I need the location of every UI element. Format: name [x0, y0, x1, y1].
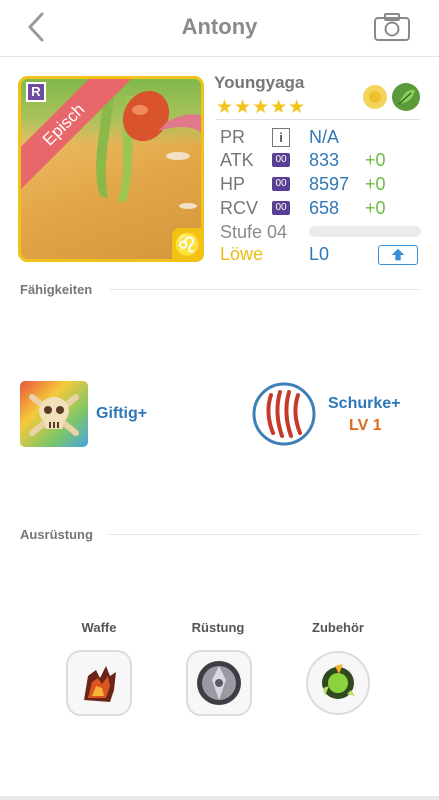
stat-row-hp: HP 00 8597 +0	[220, 174, 420, 196]
equipment-title: Ausrüstung	[20, 527, 93, 542]
info-icon[interactable]: i	[272, 128, 290, 147]
level-progress-bar	[309, 226, 421, 237]
nature-element-icon	[392, 83, 420, 111]
stat-bonus-rcv: +0	[365, 198, 386, 218]
equip-label-armor: Rüstung	[191, 620, 245, 635]
top-bar: Antony	[0, 0, 439, 57]
stat-bonus-hp: +0	[365, 174, 386, 194]
stat-label-atk: ATK	[220, 150, 254, 170]
green-orb-icon[interactable]	[305, 650, 371, 716]
abilities-title: Fähigkeiten	[20, 282, 93, 297]
stat-value-pr: N/A	[309, 127, 340, 147]
stat-row-rcv: RCV 00 658 +0	[220, 198, 420, 220]
stat-badge-rcv: 00	[272, 201, 290, 215]
level-label: Stufe 04	[220, 222, 288, 242]
stat-value-rcv: 658	[309, 198, 340, 218]
steel-shield-icon[interactable]	[186, 650, 252, 716]
monster-name: Youngyaga	[214, 73, 305, 92]
stat-label-rcv: RCV	[220, 198, 259, 218]
equip-label-accessory: Zubehör	[312, 620, 364, 635]
bottom-edge	[0, 796, 439, 800]
light-element-icon	[363, 85, 387, 109]
stat-label-hp: HP	[220, 174, 246, 194]
skill-level: LV 1	[349, 417, 382, 434]
rarity-letter-badge: R	[26, 82, 46, 102]
stats-divider	[216, 119, 420, 120]
stat-row-pr: PR i N/A	[220, 127, 420, 149]
zodiac-name: Löwe	[220, 244, 264, 264]
arrow-up-icon	[391, 248, 405, 261]
equip-label-weapon: Waffe	[81, 620, 117, 635]
zodiac-badge-icon: ♌	[172, 228, 204, 262]
abilities-divider	[110, 289, 419, 290]
star-rating: ★★★★★	[216, 97, 307, 118]
equipment-divider	[108, 534, 419, 535]
poison-skull-icon[interactable]	[20, 381, 88, 447]
evolution-level: L0	[309, 244, 330, 264]
stat-bonus-atk: +0	[365, 150, 386, 170]
stat-value-hp: 8597	[309, 174, 350, 194]
camera-icon[interactable]	[373, 12, 411, 42]
skill-name-giftig[interactable]: Giftig+	[96, 405, 147, 423]
upgrade-button[interactable]	[378, 245, 418, 265]
stat-badge-atk: 00	[272, 153, 290, 167]
stat-badge-hp: 00	[272, 177, 290, 191]
flame-gauntlet-icon[interactable]	[66, 650, 132, 716]
claw-slash-icon[interactable]	[251, 381, 317, 447]
element-icons	[363, 83, 420, 111]
stat-label-pr: PR	[220, 127, 246, 147]
skill-name-schurke[interactable]: Schurke+	[328, 395, 400, 413]
stat-value-atk: 833	[309, 150, 340, 170]
stat-row-atk: ATK 00 833 +0	[220, 150, 420, 172]
